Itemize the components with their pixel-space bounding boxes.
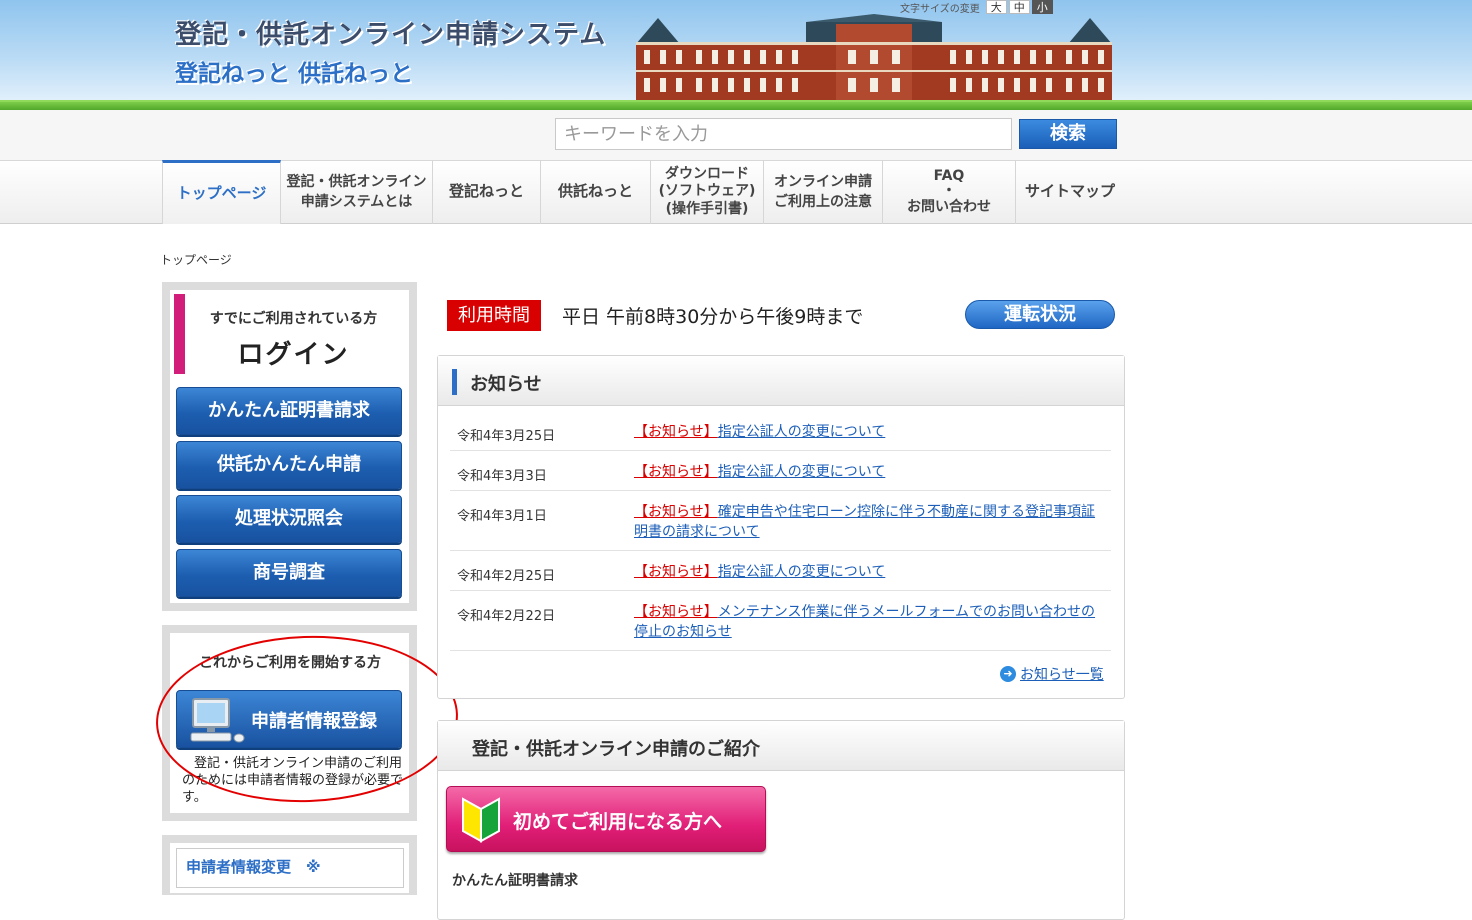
news-link[interactable]: 指定公証人の変更について <box>718 464 886 480</box>
news-item: 令和4年2月22日 【お知らせ】メンテナンス作業に伴うメールフォームでのお問い合… <box>450 591 1111 651</box>
operation-status-button[interactable]: 運転状況 <box>965 300 1115 329</box>
site-subtitle[interactable]: 登記ねっと 供託ねっと <box>175 54 413 88</box>
nav-top-page[interactable]: トップページ <box>162 160 281 224</box>
nav-usage-notes[interactable]: オンライン申請 ご利用上の注意 <box>764 160 883 224</box>
font-size-small-button[interactable]: 小 <box>1031 0 1053 14</box>
news-all-link[interactable]: ➜ お知らせ一覧 <box>1000 664 1104 684</box>
site-header: 登記・供託オンライン申請システム 登記ねっと 供託ねっと 文字サイズの変更 大 … <box>0 0 1472 110</box>
news-item: 令和4年3月25日 【お知らせ】指定公証人の変更について <box>450 411 1111 451</box>
news-text: 【お知らせ】確定申告や住宅ローン控除に伴う不動産に関する登記事項証明書の請求につ… <box>634 502 1104 542</box>
news-date: 令和4年3月3日 <box>457 469 547 484</box>
applicant-info-change-link[interactable]: 申請者情報変更 ※ <box>186 856 321 877</box>
hours-badge: 利用時間 <box>447 300 541 331</box>
site-title[interactable]: 登記・供託オンライン申請システム <box>175 14 606 51</box>
font-size-large-button[interactable]: 大 <box>985 0 1007 14</box>
nav-about-system[interactable]: 登記・供託オンライン 申請システムとは <box>281 160 433 224</box>
news-date: 令和4年2月22日 <box>457 609 556 624</box>
news-tag[interactable]: 【お知らせ】 <box>634 604 718 620</box>
login-title-box: すでにご利用されている方 ログイン <box>174 294 402 374</box>
computer-icon <box>190 698 245 743</box>
login-heading: ログイン <box>237 340 350 370</box>
search-button[interactable]: 検索 <box>1019 119 1117 149</box>
hours-text: 平日 午前8時30分から午後9時まで <box>562 306 864 328</box>
news-text: 【お知らせ】指定公証人の変更について <box>634 422 1104 442</box>
easy-certificate-heading: かんたん証明書請求 <box>452 873 578 889</box>
login-caption: すでにご利用されている方 <box>209 311 378 327</box>
font-size-switch: 文字サイズの変更 大 中 小 <box>900 0 1053 15</box>
font-size-medium-button[interactable]: 中 <box>1008 0 1030 14</box>
news-tag[interactable]: 【お知らせ】 <box>634 464 718 480</box>
news-panel-header: お知らせ <box>438 356 1124 406</box>
news-link[interactable]: 指定公証人の変更について <box>718 424 886 440</box>
arrow-right-icon: ➜ <box>1000 666 1016 682</box>
easy-deposit-application-button[interactable]: 供託かんたん申請 <box>176 441 402 489</box>
news-tag[interactable]: 【お知らせ】 <box>634 424 718 440</box>
font-size-label: 文字サイズの変更 <box>900 3 980 15</box>
applicant-registration-label: 申請者情報登録 <box>251 711 377 732</box>
intro-title: 登記・供託オンライン申請のご紹介 <box>472 739 760 760</box>
easy-certificate-request-button[interactable]: かんたん証明書請求 <box>176 387 402 435</box>
registration-note: 登記・供託オンライン申請のご利用のためには申請者情報の登録が必要です。 <box>182 756 404 805</box>
news-title: お知らせ <box>470 374 542 395</box>
nav-faq[interactable]: FAQ ・ お問い合わせ <box>883 160 1016 224</box>
nav-download[interactable]: ダウンロード (ソフトウェア) (操作手引書) <box>651 160 764 224</box>
news-tag[interactable]: 【お知らせ】 <box>634 564 718 580</box>
nav-touki-net[interactable]: 登記ねっと <box>433 160 541 224</box>
status-inquiry-button[interactable]: 処理状況照会 <box>176 495 402 543</box>
first-time-user-label: 初めてご利用になる方へ <box>513 811 723 833</box>
trade-name-search-button[interactable]: 商号調査 <box>176 549 402 597</box>
news-link[interactable]: 指定公証人の変更について <box>718 564 886 580</box>
news-tag[interactable]: 【お知らせ】 <box>634 504 718 520</box>
breadcrumb: トップページ <box>160 253 232 267</box>
intro-panel-header: 登記・供託オンライン申請のご紹介 <box>438 721 1124 771</box>
news-text: 【お知らせ】メンテナンス作業に伴うメールフォームでのお問い合わせの停止のお知らせ <box>634 602 1104 642</box>
nav-sitemap[interactable]: サイトマップ <box>1016 160 1124 224</box>
start-caption: これからご利用を開始する方 <box>199 655 381 671</box>
news-text: 【お知らせ】指定公証人の変更について <box>634 562 1104 582</box>
news-date: 令和4年2月25日 <box>457 569 556 584</box>
heading-bar <box>452 369 457 395</box>
news-date: 令和4年3月1日 <box>457 509 547 524</box>
building-illustration <box>636 14 1112 104</box>
beginner-mark-icon <box>462 797 500 843</box>
news-item: 令和4年2月25日 【お知らせ】指定公証人の変更について <box>450 551 1111 591</box>
news-text: 【お知らせ】指定公証人の変更について <box>634 462 1104 482</box>
news-date: 令和4年3月25日 <box>457 429 556 444</box>
news-all-text[interactable]: お知らせ一覧 <box>1020 664 1104 684</box>
news-item: 令和4年3月3日 【お知らせ】指定公証人の変更について <box>450 451 1111 491</box>
nav-kyotaku-net[interactable]: 供託ねっと <box>541 160 651 224</box>
search-input[interactable] <box>555 118 1012 150</box>
applicant-registration-button[interactable]: 申請者情報登録 <box>176 690 402 748</box>
first-time-user-button[interactable]: 初めてご利用になる方へ <box>446 786 766 852</box>
grass-strip <box>0 100 1472 110</box>
news-item: 令和4年3月1日 【お知らせ】確定申告や住宅ローン控除に伴う不動産に関する登記事… <box>450 491 1111 551</box>
